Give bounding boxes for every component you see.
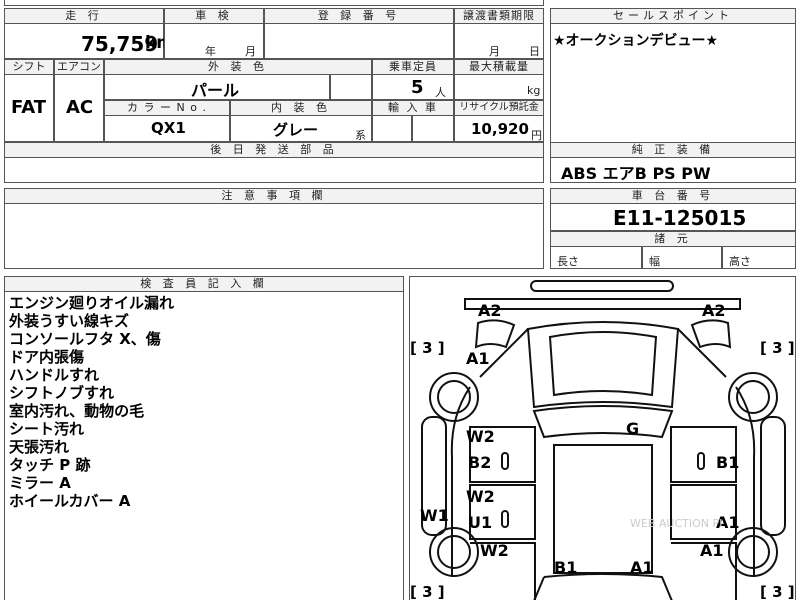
exterior-header: 外 装 色 xyxy=(104,59,372,75)
parts-header: 後 日 発 送 部 品 xyxy=(4,142,544,158)
exterior-cell: パール xyxy=(104,74,330,100)
equipment-header: 純 正 装 備 xyxy=(550,142,796,158)
remark-line: ホイールカバー A xyxy=(9,492,131,510)
capacity-value: 5 xyxy=(411,77,424,98)
recycle-header: リサイクル預託金 xyxy=(454,100,544,116)
transfer-month: 月 xyxy=(489,45,500,58)
remark-line: 室内汚れ、動物の毛 xyxy=(9,402,145,420)
mark-b1-rear: B1 xyxy=(554,558,578,577)
tire-front-left: [ 3 ] xyxy=(410,339,445,357)
height-cell: 高さ xyxy=(722,246,796,269)
mark-g-windshield: G xyxy=(626,419,640,438)
inspection-year: 年 xyxy=(205,45,216,58)
capacity-header: 乗車定員 xyxy=(372,59,454,75)
transfer-header: 譲渡書類期限 xyxy=(454,8,544,24)
mark-w1-left: W1 xyxy=(420,506,449,525)
shift-cell: FAT xyxy=(4,74,54,142)
parts-cell xyxy=(4,157,544,183)
remark-line: タッチ P 跡 xyxy=(9,456,91,474)
remark-line: シフトノブすれ xyxy=(9,384,115,402)
mileage-cell: 75,759 km xyxy=(4,23,174,59)
notes-header: 注 意 事 項 欄 xyxy=(4,188,544,204)
mark-a1-lower-right: A1 xyxy=(700,541,724,560)
mark-w2-front-left: W2 xyxy=(466,427,495,446)
watermark-text: WEB AUCTION PI xyxy=(630,517,723,530)
inspection-header: 車 検 xyxy=(164,8,264,24)
import-cell-b xyxy=(412,115,454,142)
dimensions-header: 諸 元 xyxy=(550,231,796,247)
inspection-month: 月 xyxy=(245,45,256,58)
remark-line: ハンドルすれ xyxy=(9,366,100,384)
mark-w2-rear-left: W2 xyxy=(466,487,495,506)
sale-point-cell: ★オークションデビュー★ xyxy=(550,23,796,143)
ac-value: AC xyxy=(66,97,94,118)
capacity-unit: 人 xyxy=(435,86,446,99)
tire-rear-right: [ 3 ] xyxy=(760,583,795,600)
shift-value: FAT xyxy=(11,97,47,118)
notes-cell xyxy=(4,203,544,269)
shift-header: シフト xyxy=(4,59,54,75)
recycle-unit: 円 xyxy=(531,129,542,142)
car-diagram: A2 A2 [ 3 ] [ 3 ] A1 G W2 B2 B1 W2 W1 U1… xyxy=(409,276,796,600)
sale-point-header: セールスポイント xyxy=(550,8,796,24)
remark-line: エンジン廻りオイル漏れ xyxy=(9,294,175,312)
length-label: 長さ xyxy=(557,255,579,268)
exterior-extra-cell xyxy=(330,74,372,100)
max-load-cell: kg xyxy=(454,74,544,100)
chassis-value: E11-125015 xyxy=(613,206,747,230)
ac-cell: AC xyxy=(54,74,104,142)
chassis-cell: E11-125015 xyxy=(550,203,796,231)
interior-header: 内 装 色 xyxy=(230,100,372,116)
remark-line: ミラー A xyxy=(9,474,71,492)
registration-header: 登 録 番 号 xyxy=(264,8,454,24)
remark-line: シート汚れ xyxy=(9,420,85,438)
import-cell-a xyxy=(372,115,412,142)
exterior-value: パール xyxy=(191,81,240,100)
recycle-value: 10,920 xyxy=(471,120,529,138)
tire-rear-left: [ 3 ] xyxy=(410,583,445,600)
remark-line: 天張汚れ xyxy=(9,438,70,456)
width-cell: 幅 xyxy=(642,246,722,269)
max-load-header: 最大積載量 xyxy=(454,59,544,75)
remark-line: ドア内張傷 xyxy=(9,348,85,366)
capacity-cell: 5 人 xyxy=(372,74,454,100)
mark-b1-right: B1 xyxy=(716,453,740,472)
top-strip xyxy=(4,0,544,6)
recycle-cell: 10,920 円 xyxy=(454,115,544,142)
remark-line: 外装うすい線キズ xyxy=(9,312,130,330)
chassis-header: 車 台 番 号 xyxy=(550,188,796,204)
length-cell: 長さ xyxy=(550,246,642,269)
interior-value: グレー xyxy=(273,121,319,139)
mark-b2-left: B2 xyxy=(468,453,492,472)
mark-a1-hood: A1 xyxy=(466,349,490,368)
interior-cell: グレー 系 xyxy=(230,115,372,142)
color-no-value: QX1 xyxy=(151,119,186,137)
inspection-cell: 年 月 xyxy=(164,23,264,59)
remark-line: コンソールフタ X、傷 xyxy=(9,330,161,348)
mark-w2-lower-left: W2 xyxy=(480,541,509,560)
inspector-header: 検 査 員 記 入 欄 xyxy=(4,276,404,292)
load-unit: kg xyxy=(527,84,541,97)
mark-a2-right: A2 xyxy=(702,301,726,320)
interior-suffix: 系 xyxy=(355,129,366,142)
color-no-cell: QX1 xyxy=(104,115,230,142)
mark-a2-left: A2 xyxy=(478,301,502,320)
transfer-day: 日 xyxy=(529,45,540,58)
equipment-value: ABS エアB PS PW xyxy=(561,164,711,183)
width-label: 幅 xyxy=(649,255,660,268)
height-label: 高さ xyxy=(729,255,751,268)
tire-front-right: [ 3 ] xyxy=(760,339,795,357)
transfer-cell: 月 日 xyxy=(454,23,544,59)
import-header: 輸 入 車 xyxy=(372,100,454,116)
equipment-cell: ABS エアB PS PW xyxy=(550,157,796,183)
mileage-header: 走 行 xyxy=(4,8,164,24)
sale-point-text: ★オークションデビュー★ xyxy=(553,33,719,49)
registration-cell xyxy=(264,23,454,59)
color-no-header: カ ラ ー N o . xyxy=(104,100,230,116)
inspector-remarks: エンジン廻りオイル漏れ 外装うすい線キズ コンソールフタ X、傷 ドア内張傷 ハ… xyxy=(4,291,404,600)
mark-a1-rear: A1 xyxy=(630,558,654,577)
mark-u1-left: U1 xyxy=(468,513,493,532)
ac-header: エアコン xyxy=(54,59,104,75)
